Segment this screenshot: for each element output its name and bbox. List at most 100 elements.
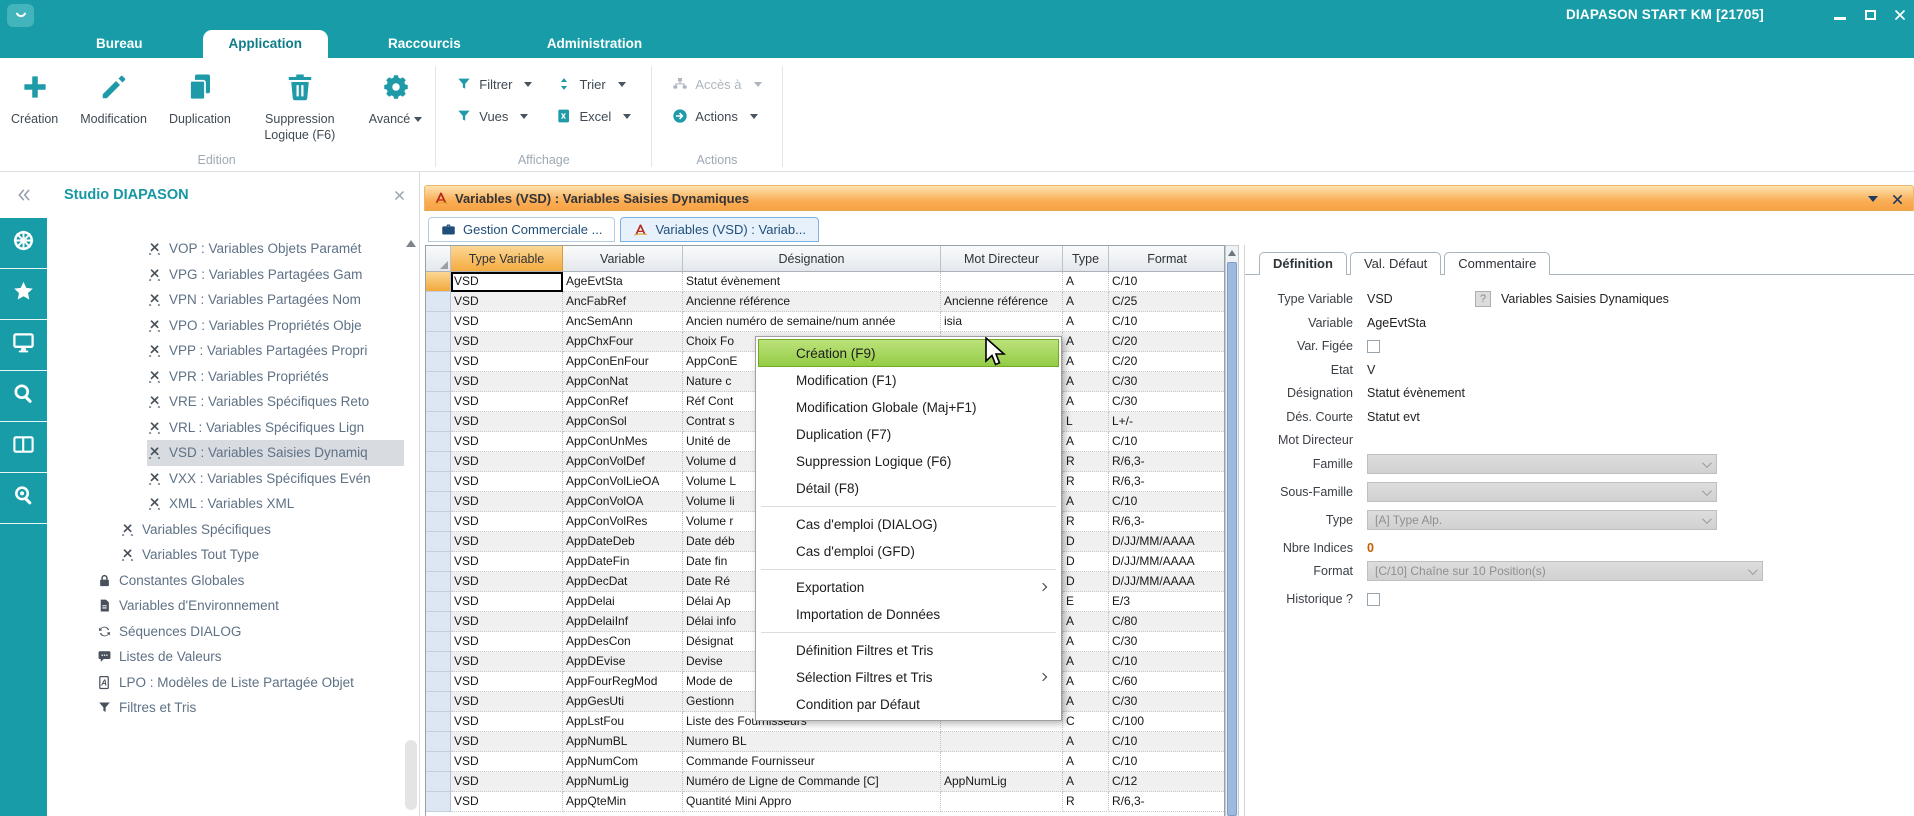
menu-tab-application[interactable]: Application [203,30,329,58]
table-cell[interactable]: C/10 [1109,492,1225,512]
table-cell[interactable]: A [1063,752,1109,772]
table-cell[interactable]: R [1063,472,1109,492]
app-logo-icon[interactable] [7,4,34,27]
table-cell[interactable]: VSD [451,412,563,432]
table-cell[interactable]: L+/- [1109,412,1225,432]
table-cell[interactable]: AppQteMin [563,792,683,812]
help-icon[interactable]: ? [1475,291,1491,307]
tab-commentaire[interactable]: Commentaire [1444,252,1550,275]
row-selector[interactable] [426,272,451,292]
table-cell[interactable]: C/12 [1109,772,1225,792]
row-selector[interactable] [426,712,451,732]
table-cell[interactable]: C/30 [1109,372,1225,392]
row-selector[interactable] [426,472,451,492]
table-cell[interactable]: AppFourRegMod [563,672,683,692]
table-cell[interactable]: C/30 [1109,632,1225,652]
table-cell[interactable]: A [1063,312,1109,332]
table-cell[interactable]: R/6,3- [1109,512,1225,532]
table-cell[interactable]: Numero BL [683,732,941,752]
historique-checkbox[interactable] [1367,593,1380,606]
duplication-button[interactable]: Duplication [158,68,242,132]
menu-item-importation-de-donnees[interactable]: Importation de Données [758,601,1059,628]
menu-item-suppression-logique-f6[interactable]: Suppression Logique (F6) [758,448,1059,475]
table-cell[interactable]: VSD [451,712,563,732]
table-cell[interactable]: Numéro de Ligne de Commande [C] [683,772,941,792]
row-selector[interactable] [426,672,451,692]
tree-item[interactable]: VPO : Variables Propriétés Obje [47,313,404,339]
avance-button[interactable]: Avancé [358,68,433,132]
table-cell[interactable]: VSD [451,552,563,572]
menu-item-exportation[interactable]: Exportation [758,574,1059,601]
table-cell[interactable]: C/30 [1109,692,1225,712]
menu-item-duplication-f7[interactable]: Duplication (F7) [758,421,1059,448]
table-scrollbar[interactable] [1225,245,1239,816]
table-cell[interactable]: AncFabRef [563,292,683,312]
row-selector[interactable] [426,312,451,332]
table-cell[interactable]: AppNumBL [563,732,683,752]
menu-tab-administration[interactable]: Administration [521,30,668,58]
table-cell[interactable]: C/10 [1109,312,1225,332]
row-selector[interactable] [426,492,451,512]
table-cell[interactable]: VSD [451,312,563,332]
column-header-format[interactable]: Format [1109,246,1225,271]
table-cell[interactable]: VSD [451,652,563,672]
menu-item-cas-d-emploi-gfd[interactable]: Cas d'emploi (GFD) [758,538,1059,565]
table-cell[interactable]: C/10 [1109,732,1225,752]
table-cell[interactable]: AppDEvise [563,652,683,672]
table-cell[interactable]: VSD [451,732,563,752]
tree-item[interactable]: Filtres et Tris [47,695,404,721]
table-cell[interactable]: C/60 [1109,672,1225,692]
table-cell[interactable]: L [1063,412,1109,432]
table-cell[interactable]: C/10 [1109,752,1225,772]
table-cell[interactable]: Commande Fournisseur [683,752,941,772]
select-all-header[interactable] [426,246,451,271]
panel-menu-icon[interactable] [1868,196,1878,202]
table-cell[interactable]: D/JJ/MM/AAAA [1109,572,1225,592]
table-cell[interactable]: R [1063,512,1109,532]
table-cell[interactable]: AncSemAnn [563,312,683,332]
table-cell[interactable]: AppConVolDef [563,452,683,472]
table-cell[interactable]: AppDateFin [563,552,683,572]
scroll-up-icon[interactable] [1228,250,1236,256]
tree-item[interactable]: VOP : Variables Objets Paramét [47,236,404,262]
tree-item[interactable]: Constantes Globales [47,568,404,594]
pin-search-icon[interactable] [0,473,47,524]
table-cell[interactable]: A [1063,492,1109,512]
table-cell[interactable]: VSD [451,672,563,692]
tree-item[interactable]: Listes de Valeurs [47,644,404,670]
columns-icon[interactable] [0,422,47,473]
table-cell[interactable]: VSD [451,592,563,612]
menu-tab-raccourcis[interactable]: Raccourcis [362,30,487,58]
table-cell[interactable]: VSD [451,292,563,312]
table-cell[interactable]: VSD [451,772,563,792]
monitor-icon[interactable] [0,320,47,371]
search-icon[interactable] [0,371,47,422]
table-cell[interactable]: C/25 [1109,292,1225,312]
row-selector[interactable] [426,772,451,792]
menu-item-modification-f1[interactable]: Modification (F1) [758,367,1059,394]
trier-button[interactable]: Trier [556,76,631,92]
table-cell[interactable]: VSD [451,512,563,532]
tree-item[interactable]: Séquences DIALOG [47,619,404,645]
table-cell[interactable]: C/100 [1109,712,1225,732]
tree-item[interactable]: Variables d'Environnement [47,593,404,619]
tree-item[interactable]: VRL : Variables Spécifiques Lign [47,415,404,441]
table-cell[interactable]: D [1063,552,1109,572]
table-cell[interactable]: AppConUnMes [563,432,683,452]
table-cell[interactable]: A [1063,612,1109,632]
sous-famille-select[interactable] [1367,482,1717,502]
row-selector[interactable] [426,792,451,812]
table-cell[interactable]: AppConEnFour [563,352,683,372]
row-selector[interactable] [426,752,451,772]
row-selector[interactable] [426,552,451,572]
table-cell[interactable] [941,792,1063,812]
table-cell[interactable]: isia [941,312,1063,332]
table-cell[interactable]: R [1063,452,1109,472]
row-selector[interactable] [426,592,451,612]
table-cell[interactable]: Ancienne référence [941,292,1063,312]
table-cell[interactable]: VSD [451,372,563,392]
table-cell[interactable]: VSD [451,332,563,352]
menu-item-modification-globale-maj-f1[interactable]: Modification Globale (Maj+F1) [758,394,1059,421]
table-cell[interactable]: AppNumLig [941,772,1063,792]
sidebar-scrollbar-thumb[interactable] [405,740,417,810]
